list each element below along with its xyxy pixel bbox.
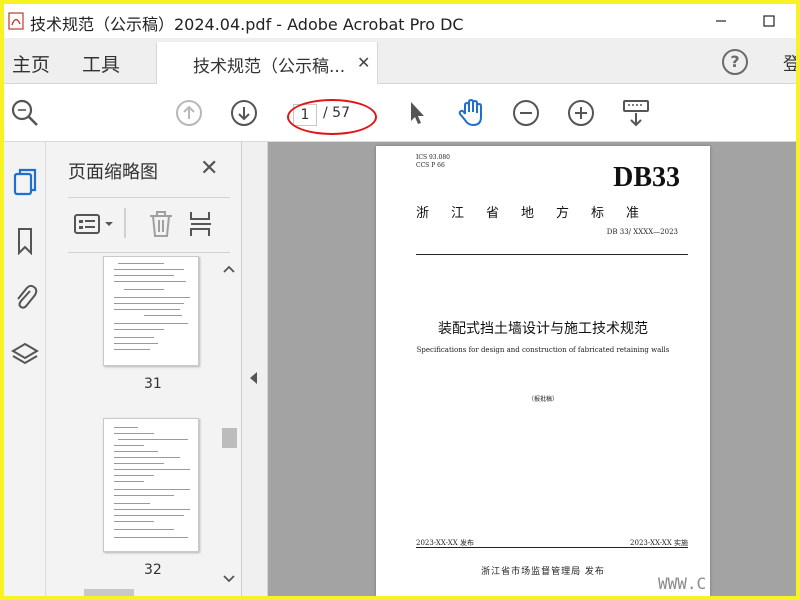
next-page-button[interactable] (229, 98, 259, 128)
header-rule (416, 254, 688, 255)
thumbnail-page-number: 32 (144, 562, 162, 578)
navigation-rail (4, 142, 46, 596)
search-button[interactable] (10, 98, 40, 128)
thumbnails-icon (13, 168, 37, 196)
standard-code: DB33 (613, 162, 680, 193)
attachments-button[interactable] (10, 282, 40, 312)
keyboard-scroll-icon (623, 100, 649, 127)
standard-type: 浙江省地方标准 (416, 206, 662, 221)
page-up-icon (176, 100, 202, 126)
page-thumbnail[interactable] (103, 418, 199, 552)
thumbnails-button[interactable] (10, 168, 40, 198)
annotation-oval (287, 99, 377, 135)
document-tab[interactable]: 技术规范（公示稿... ✕ (156, 42, 378, 85)
close-tab-icon[interactable]: ✕ (357, 53, 370, 72)
main-toolbar: 1 / 57 (4, 84, 796, 142)
maximize-button[interactable] (746, 4, 792, 38)
signin-label[interactable]: 登 (783, 50, 796, 76)
search-icon (11, 99, 38, 126)
pdf-page: ICS 93.080 CCS P 66 DB33 浙江省地方标准 DB 33/ … (376, 146, 710, 596)
minimize-icon (716, 20, 726, 22)
insert-icon (190, 212, 211, 236)
zoom-in-button[interactable] (566, 98, 596, 128)
document-status: （报批稿） (527, 396, 558, 403)
delete-icon (150, 211, 172, 237)
keyboard-scroll-button[interactable] (621, 98, 651, 128)
ccs-code: CCS P 66 (416, 162, 445, 169)
delete-page-button[interactable] (144, 208, 178, 240)
hscrollbar-thumb[interactable] (84, 589, 134, 596)
close-panel-icon[interactable]: ✕ (200, 156, 218, 181)
window-title: 技术规范（公示稿）2024.04.pdf - Adobe Acrobat Pro… (30, 15, 464, 34)
thumbnail-page-number: 31 (144, 376, 162, 392)
toolbar-separator (124, 208, 126, 238)
page-thumbnail[interactable] (103, 256, 199, 366)
panel-divider (68, 252, 230, 253)
thumbnail-list: 31 32 (46, 256, 220, 590)
document-view[interactable]: ICS 93.080 CCS P 66 DB33 浙江省地方标准 DB 33/ … (268, 142, 796, 596)
thumbnail-hscrollbar[interactable] (64, 589, 219, 596)
document-subtitle: Specifications for design and constructi… (416, 346, 670, 354)
zoom-out-button[interactable] (511, 98, 541, 128)
title-bar: 技术规范（公示稿）2024.04.pdf - Adobe Acrobat Pro… (4, 4, 796, 38)
zoom-in-icon (568, 100, 594, 126)
scroll-down-icon[interactable] (218, 572, 240, 586)
insert-page-button[interactable] (186, 208, 216, 240)
footer-rule (416, 547, 688, 548)
document-tab-label: 技术规范（公示稿... (193, 57, 346, 77)
acrobat-window: 技术规范（公示稿）2024.04.pdf - Adobe Acrobat Pro… (4, 4, 796, 596)
hand-icon (458, 98, 482, 127)
select-tool-button[interactable] (402, 98, 432, 128)
page-down-icon (231, 100, 257, 126)
options-icon (74, 214, 113, 234)
acrobat-app-icon (8, 12, 24, 30)
standard-number: DB 33/ XXXX—2023 (606, 228, 678, 236)
thumbnail-scrollbar[interactable] (218, 258, 240, 588)
bookmark-icon (18, 228, 32, 255)
tools-tab[interactable]: 工具 (82, 50, 120, 77)
panel-title: 页面缩略图 (68, 162, 158, 183)
scroll-up-icon[interactable] (218, 262, 240, 276)
layers-button[interactable] (10, 340, 40, 370)
document-title: 装配式挡土墙设计与施工技术规范 (438, 321, 648, 337)
previous-page-button[interactable] (174, 98, 204, 128)
panel-divider (68, 197, 230, 198)
watermark: WWW.C (658, 574, 707, 593)
ics-code: ICS 93.080 (416, 154, 450, 161)
tab-bar: 主页 工具 技术规范（公示稿... ✕ ? 登 (4, 38, 796, 85)
maximize-icon (763, 15, 775, 27)
attachment-icon (17, 284, 38, 309)
help-icon[interactable]: ? (722, 49, 748, 75)
hand-tool-button[interactable] (456, 98, 486, 128)
collapse-arrow-icon[interactable] (250, 372, 257, 384)
scrollbar-thumb[interactable] (222, 428, 237, 448)
panel-options-button[interactable] (72, 208, 118, 240)
panel-collapse-strip[interactable] (242, 142, 268, 596)
minimize-button[interactable] (698, 4, 744, 38)
zoom-out-icon (513, 100, 539, 126)
layers-icon (11, 342, 39, 365)
bookmarks-button[interactable] (10, 226, 40, 256)
home-tab[interactable]: 主页 (12, 50, 50, 77)
select-arrow-icon (411, 102, 424, 124)
